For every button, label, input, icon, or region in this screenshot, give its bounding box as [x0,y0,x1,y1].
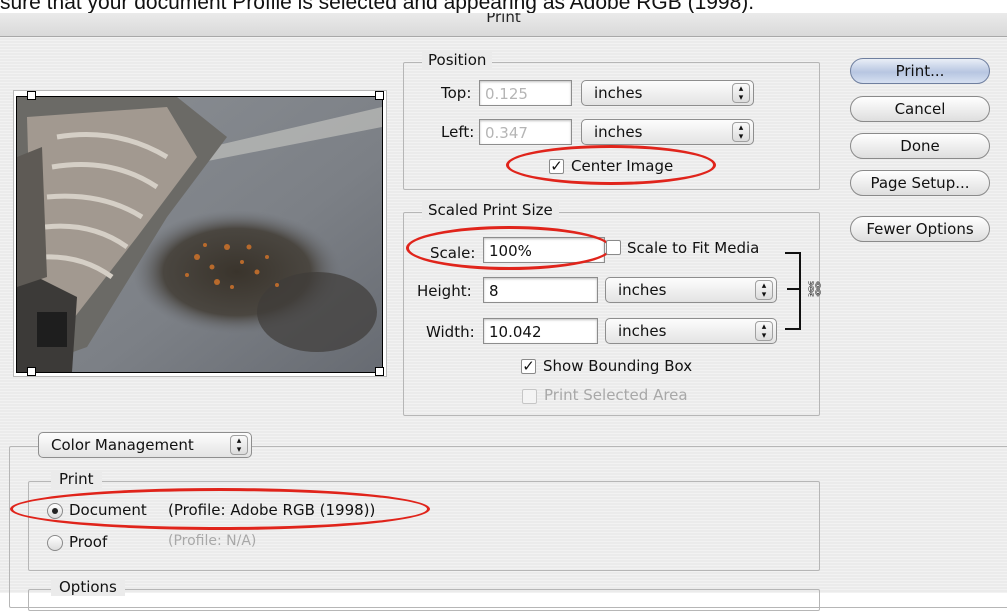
print-subgroup: Print [28,470,820,571]
options-subgroup-legend: Options [51,578,125,596]
height-field[interactable]: 8 [483,277,598,303]
print-selected-area-label: Print Selected Area [544,386,688,404]
scale-to-fit-media-checkbox[interactable] [606,240,621,255]
height-label: Height: [417,282,472,300]
print-button[interactable]: Print... [850,58,990,84]
height-unit-select[interactable]: inches ▴ ▾ [605,277,777,303]
document-profile-label: (Profile: Adobe RGB (1998)) [168,501,376,519]
top-label: Top: [441,84,472,102]
color-management-popup[interactable]: Color Management ▴ ▾ [38,432,252,458]
preview-image [16,96,383,373]
popup-arrows-icon: ▴ ▾ [755,321,773,341]
scale-label: Scale: [430,244,476,262]
color-management-popup-value: Color Management [51,436,194,454]
width-unit-select[interactable]: inches ▴ ▾ [605,318,777,344]
preview-handle-tr[interactable] [375,91,384,100]
document-radio[interactable] [47,503,63,519]
width-unit-value: inches [618,322,667,340]
preview-handle-tl[interactable] [27,91,36,100]
popup-arrows-icon: ▴ ▾ [732,122,750,142]
print-dialog: Print sure that your document Profile is… [0,0,1007,611]
popup-arrows-icon: ▴ ▾ [755,280,773,300]
preview-handle-br[interactable] [375,367,384,376]
height-unit-value: inches [618,281,667,299]
fewer-options-button[interactable]: Fewer Options [850,216,990,242]
proof-profile-label: (Profile: N/A) [168,533,257,549]
link-icon[interactable]: ⛓ [805,280,824,298]
popup-arrows-icon: ▴ ▾ [230,435,248,455]
center-image-checkbox[interactable]: ✓ [549,159,564,174]
page-setup-button[interactable]: Page Setup... [850,170,990,196]
left-unit-value: inches [594,123,643,141]
scale-to-fit-media-label: Scale to Fit Media [627,239,760,257]
scale-field[interactable]: 100% [483,237,605,263]
top-field[interactable]: 0.125 [479,80,572,106]
proof-label: Proof [69,533,108,551]
constrain-bracket [785,252,801,330]
top-unit-select[interactable]: inches ▴ ▾ [581,80,754,106]
print-subgroup-legend: Print [51,470,102,488]
document-label: Document [69,501,147,519]
preview-handle-bl[interactable] [27,367,36,376]
position-legend: Position [422,51,493,69]
constrain-connector [787,288,799,290]
left-label: Left: [441,123,475,141]
options-subgroup: Options [28,578,820,611]
width-label: Width: [426,323,475,341]
scaled-print-size-legend: Scaled Print Size [422,201,559,219]
left-unit-select[interactable]: inches ▴ ▾ [581,119,754,145]
width-field[interactable]: 10.042 [483,318,598,344]
cancel-button[interactable]: Cancel [850,96,990,122]
center-image-label: Center Image [571,157,674,175]
proof-radio[interactable] [47,535,63,551]
print-selected-area-checkbox[interactable] [522,389,537,404]
show-bounding-box-checkbox[interactable]: ✓ [521,359,536,374]
popup-arrows-icon: ▴ ▾ [732,83,750,103]
tutorial-caption: sure that your document Profile is selec… [0,0,755,13]
left-field[interactable]: 0.347 [479,119,572,145]
done-button[interactable]: Done [850,133,990,159]
top-unit-value: inches [594,84,643,102]
show-bounding-box-label: Show Bounding Box [543,357,693,375]
